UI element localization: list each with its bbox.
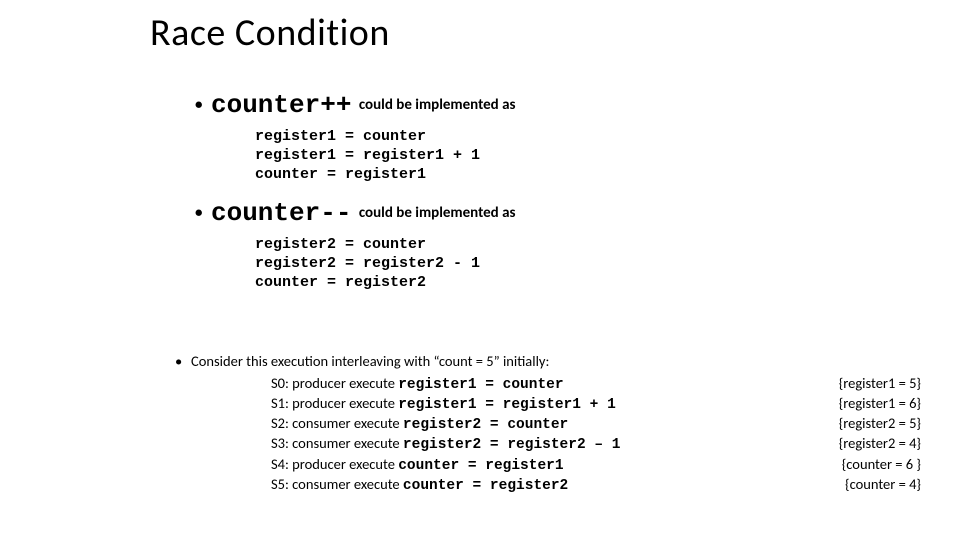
code-block-increment: register1 = counter register1 = register… xyxy=(255,128,915,184)
code-block-decrement: register2 = counter register2 = register… xyxy=(255,236,915,292)
interleaving-section: •Consider this execution interleaving wi… xyxy=(175,352,945,495)
bullet-dot-icon: • xyxy=(195,204,211,222)
slide-title: Race Condition xyxy=(150,10,390,56)
slide-body: •counter++ could be implemented as regis… xyxy=(195,90,915,307)
list-item: S4: producer execute counter = register1… xyxy=(271,455,945,475)
list-item: S2: consumer execute register2 = counter… xyxy=(271,414,945,434)
bullet-counter-minus: •counter-- could be implemented as xyxy=(195,198,915,228)
steps-list: S0: producer execute register1 = counter… xyxy=(271,374,945,495)
list-item: S3: consumer execute register2 = registe… xyxy=(271,434,945,454)
code-counter-plus: counter++ xyxy=(211,90,351,120)
bullet-dot-icon: • xyxy=(175,352,191,370)
interleave-intro: •Consider this execution interleaving wi… xyxy=(175,352,945,370)
list-item: S1: producer execute register1 = registe… xyxy=(271,394,945,414)
bullet-dot-icon: • xyxy=(195,96,211,114)
code-counter-minus: counter-- xyxy=(211,198,351,228)
list-item: S5: consumer execute counter = register2… xyxy=(271,475,945,495)
bullet-suffix: could be implemented as xyxy=(355,96,515,114)
interleave-intro-text: Consider this execution interleaving wit… xyxy=(191,352,549,370)
bullet-counter-plus: •counter++ could be implemented as xyxy=(195,90,915,120)
bullet-suffix: could be implemented as xyxy=(355,204,515,222)
list-item: S0: producer execute register1 = counter… xyxy=(271,374,945,394)
slide: Race Condition •counter++ could be imple… xyxy=(0,0,960,540)
